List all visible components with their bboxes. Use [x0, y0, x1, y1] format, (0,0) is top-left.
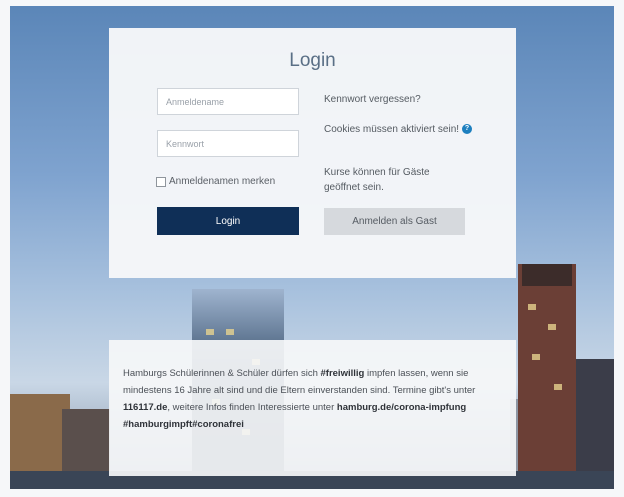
- login-panel: Login Anmeldenamen merken Login Kennwort…: [109, 28, 516, 278]
- login-button[interactable]: Login: [157, 207, 299, 235]
- info-text: Hamburgs Schülerinnen & Schüler dürfen s…: [123, 368, 321, 379]
- cookies-notice: Cookies müssen aktiviert sein!?: [324, 122, 474, 137]
- remember-username-label: Anmeldenamen merken: [169, 176, 276, 187]
- forgot-password-link[interactable]: Kennwort vergessen?: [324, 92, 421, 107]
- vaccination-info-panel: Hamburgs Schülerinnen & Schüler dürfen s…: [109, 340, 516, 476]
- guest-notice: Kurse können für Gäste geöffnet sein.: [324, 167, 430, 193]
- username-input[interactable]: [157, 88, 299, 115]
- info-hashtag: #hamburgimpft#coronafrei: [123, 419, 244, 430]
- info-website-link[interactable]: hamburg.de/corona-impfung: [337, 402, 466, 413]
- checkbox-icon[interactable]: [156, 176, 166, 187]
- info-phone-link[interactable]: 116117.de: [123, 402, 167, 413]
- question-circle-icon[interactable]: ?: [462, 124, 473, 135]
- remember-username-checkbox[interactable]: Anmeldenamen merken: [156, 176, 275, 187]
- background-building: [576, 359, 614, 489]
- login-title: Login: [289, 50, 336, 71]
- cookies-notice-text: Cookies müssen aktiviert sein!: [324, 124, 460, 135]
- background-tower: [518, 264, 576, 489]
- page-frame: Login Anmeldenamen merken Login Kennwort…: [0, 0, 624, 497]
- password-input[interactable]: [157, 130, 299, 157]
- guest-login-button[interactable]: Anmelden als Gast: [324, 208, 465, 235]
- info-hashtag: #freiwillig: [320, 368, 365, 379]
- info-text: , weitere Infos finden Interessierte unt…: [167, 402, 337, 413]
